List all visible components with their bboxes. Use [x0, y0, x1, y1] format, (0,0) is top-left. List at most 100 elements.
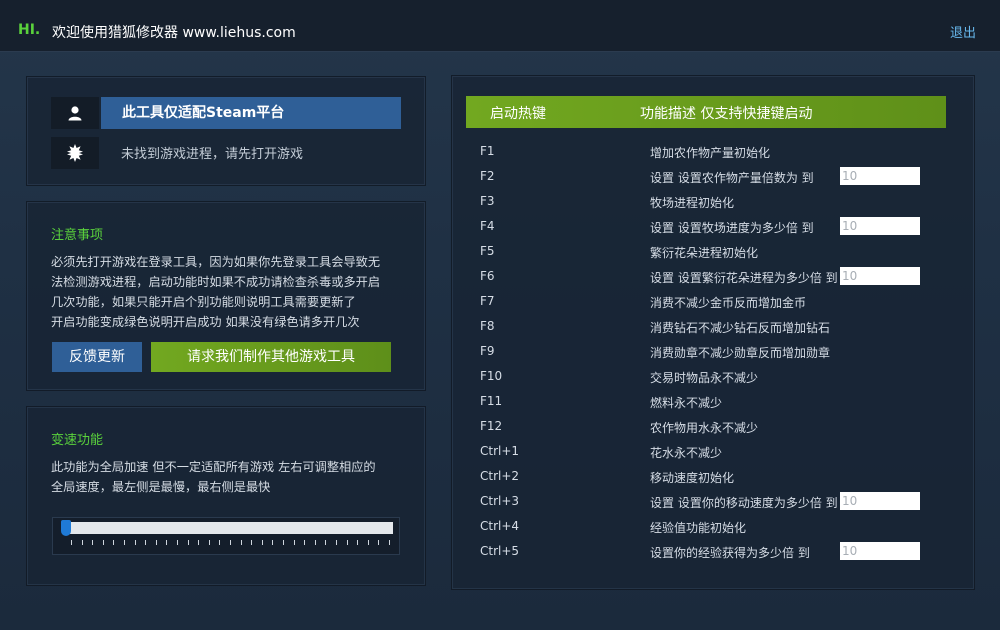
hotkey-row: F12 农作物用水永不减少	[452, 416, 976, 438]
multiplier-input[interactable]	[840, 217, 920, 235]
multiplier-input[interactable]	[840, 542, 920, 560]
hotkey-key: F3	[480, 194, 495, 208]
multiplier-input[interactable]	[840, 492, 920, 510]
notes-line: 开启功能变成绿色说明开启成功 如果没有绿色请多开几次	[51, 315, 360, 329]
hotkey-row: F6 设置 设置繁衍花朵进程为多少倍 到	[452, 266, 976, 288]
hotkey-key: F12	[480, 419, 503, 433]
slider-tick	[325, 540, 327, 545]
slider-tick	[71, 540, 72, 545]
hotkey-description: 交易时物品永不减少	[650, 371, 759, 385]
hotkey-row: F2 设置 设置农作物产量倍数为 到	[452, 166, 976, 188]
slider-tick	[81, 540, 83, 545]
slider-tick	[166, 540, 168, 545]
hotkey-description: 设置你的经验获得为多少倍 到	[650, 546, 810, 560]
hotkey-description: 设置 设置农作物产量倍数为 到	[650, 171, 814, 185]
slider-tick	[283, 540, 284, 545]
hotkey-description: 花水永不减少	[650, 446, 723, 460]
slider-thumb[interactable]	[61, 520, 71, 536]
multiplier-input[interactable]	[840, 167, 920, 185]
hotkey-description: 增加农作物产量初始化	[650, 146, 771, 160]
title-bar: HI. 欢迎使用猎狐修改器 www.liehus.com 退出	[0, 0, 1000, 52]
hotkey-row: F9 消费勋章不减少勋章反而增加勋章	[452, 341, 976, 363]
user-icon	[51, 97, 99, 129]
hotkey-description: 燃料永不减少	[650, 396, 723, 410]
speed-line: 全局速度，最左侧是最慢，最右侧是最快	[51, 480, 271, 494]
status-panel: 此工具仅适配Steam平台 未找到游戏进程，请先打开游戏	[26, 76, 426, 186]
hotkey-key: Ctrl+3	[480, 494, 520, 508]
notes-line: 几次功能，如果只能开启个别功能则说明工具需要更新了	[51, 295, 356, 309]
hotkey-row: F5 繁衍花朵进程初始化	[452, 241, 976, 263]
hotkey-description: 经验值功能初始化	[650, 521, 747, 535]
gear-icon	[51, 137, 99, 169]
hotkey-description: 牧场进程初始化	[650, 196, 735, 210]
slider-tick	[261, 540, 263, 545]
slider-tick	[314, 540, 316, 545]
notes-title: 注意事项	[51, 228, 104, 243]
slider-tick	[304, 540, 306, 545]
hotkey-key: F7	[480, 294, 495, 308]
hotkey-description: 设置 设置牧场进度为多少倍 到	[650, 221, 814, 235]
hotkey-key: F5	[480, 244, 495, 258]
slider-tick	[293, 540, 295, 545]
slider-tick	[357, 540, 359, 545]
hotkey-row: Ctrl+2 移动速度初始化	[452, 466, 976, 488]
hotkey-key: Ctrl+5	[480, 544, 520, 558]
hotkey-key: F11	[480, 394, 503, 408]
hotkey-description: 农作物用水永不减少	[650, 421, 759, 435]
hotkey-key: F4	[480, 219, 495, 233]
exit-link[interactable]: 退出	[950, 22, 976, 41]
hotkey-row: F1 增加农作物产量初始化	[452, 141, 976, 163]
slider-tick	[102, 540, 104, 545]
hotkey-key: Ctrl+4	[480, 519, 520, 533]
request-tool-button[interactable]: 请求我们制作其他游戏工具	[151, 342, 391, 372]
slider-tick	[251, 540, 253, 545]
speed-panel: 变速功能 此功能为全局加速 但不一定适配所有游戏 左右可调整相应的 全局速度，最…	[26, 406, 426, 586]
hotkeys-panel: 启动热键 功能描述 仅支持快捷键启动 F1 增加农作物产量初始化 F2 设置 设置农作…	[451, 75, 975, 590]
platform-label: 此工具仅适配Steam平台	[101, 97, 401, 129]
speed-line: 此功能为全局加速 但不一定适配所有游戏 左右可调整相应的	[51, 460, 376, 474]
hotkeys-header: 启动热键 功能描述 仅支持快捷键启动	[466, 96, 946, 128]
slider-tick	[92, 540, 94, 545]
speed-text: 此功能为全局加速 但不一定适配所有游戏 左右可调整相应的 全局速度，最左侧是最慢…	[51, 457, 411, 497]
hotkey-key: F10	[480, 369, 503, 383]
hotkey-description: 设置 设置繁衍花朵进程为多少倍 到	[650, 271, 838, 285]
slider-tick	[389, 540, 390, 545]
process-status: 未找到游戏进程，请先打开游戏	[121, 147, 304, 162]
hotkey-row: F8 消费钻石不减少钻石反而增加钻石	[452, 316, 976, 338]
slider-tick	[124, 540, 125, 545]
col-desc-header: 功能描述 仅支持快捷键启动	[640, 106, 813, 122]
hotkey-row: Ctrl+5 设置你的经验获得为多少倍 到	[452, 541, 976, 563]
hotkey-row: F11 燃料永不减少	[452, 391, 976, 413]
feedback-button[interactable]: 反馈更新	[52, 342, 142, 372]
notes-line: 法检测游戏进程，启动功能时如果不成功请检查杀毒或多开启	[51, 275, 381, 289]
slider-tick	[198, 540, 200, 545]
slider-ticks	[67, 540, 393, 546]
slider-tick	[177, 540, 178, 545]
hotkey-description: 设置 设置你的移动速度为多少倍 到	[650, 496, 838, 510]
slider-tick	[378, 540, 380, 545]
hotkey-key: F9	[480, 344, 495, 358]
slider-tick	[367, 540, 369, 545]
hotkey-row: F3 牧场进程初始化	[452, 191, 976, 213]
multiplier-input[interactable]	[840, 267, 920, 285]
hotkey-row: F4 设置 设置牧场进度为多少倍 到	[452, 216, 976, 238]
hotkey-row: F7 消费不减少金币反而增加金币	[452, 291, 976, 313]
slider-track[interactable]	[67, 522, 393, 534]
slider-tick	[145, 540, 147, 545]
notes-line: 必须先打开游戏在登录工具，因为如果你先登录工具会导致无	[51, 255, 381, 269]
col-key-header: 启动热键	[490, 106, 546, 122]
slider-tick	[113, 540, 115, 545]
speed-title: 变速功能	[51, 433, 104, 448]
notes-text: 必须先打开游戏在登录工具，因为如果你先登录工具会导致无 法检测游戏进程，启动功能…	[51, 252, 411, 332]
hotkey-row: Ctrl+4 经验值功能初始化	[452, 516, 976, 538]
hotkey-key: F2	[480, 169, 495, 183]
hotkey-description: 消费勋章不减少勋章反而增加勋章	[650, 346, 831, 360]
hotkey-key: F1	[480, 144, 495, 158]
hotkey-key: Ctrl+1	[480, 444, 520, 458]
hotkey-row: Ctrl+3 设置 设置你的移动速度为多少倍 到	[452, 491, 976, 513]
hotkey-description: 消费不减少金币反而增加金币	[650, 296, 807, 310]
slider-tick	[346, 540, 348, 545]
hotkey-description: 消费钻石不减少钻石反而增加钻石	[650, 321, 831, 335]
slider-tick	[219, 540, 221, 545]
speed-slider[interactable]	[52, 517, 400, 555]
